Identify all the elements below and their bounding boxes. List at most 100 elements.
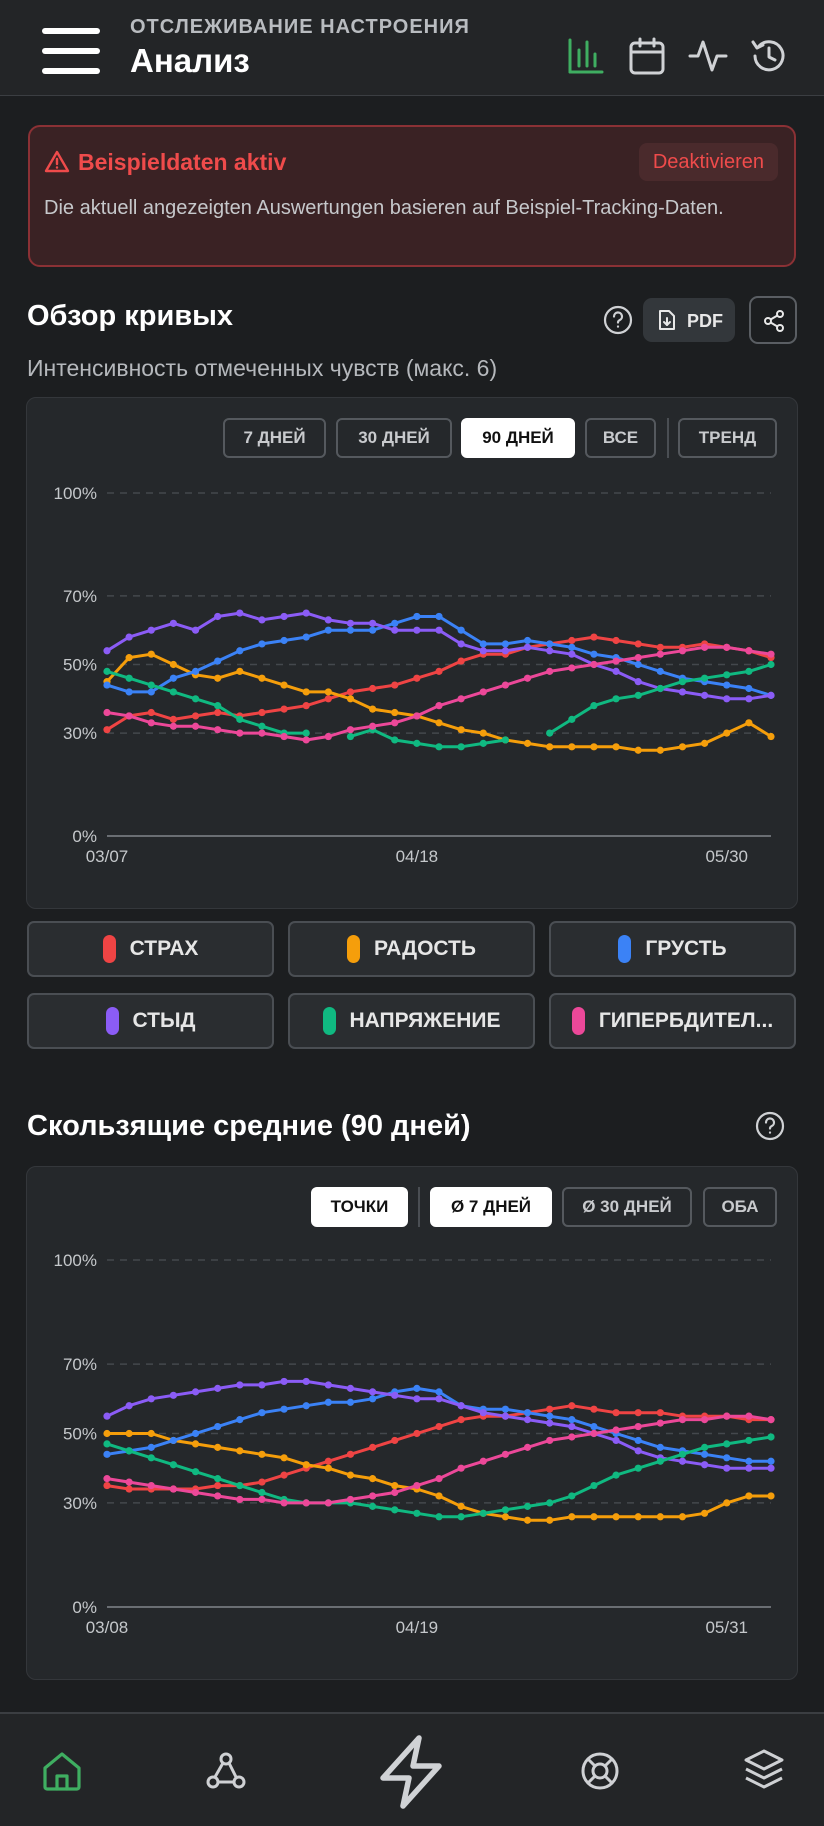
data-point [324,626,332,634]
data-point [413,1429,421,1438]
legend-label: НАПРЯЖЕНИЕ [349,1009,501,1032]
data-point [391,736,399,744]
data-point [103,1429,111,1438]
help-icon[interactable] [603,305,633,335]
webhook-icon[interactable] [204,1749,248,1793]
x-tick-label: 03/07 [86,847,129,866]
data-point [656,1443,664,1451]
data-point [745,719,753,727]
legend-label: РАДОСТЬ [374,937,476,960]
data-point [435,743,443,751]
data-point [258,1450,266,1458]
data-point [280,612,288,621]
data-point [634,654,642,662]
activity-icon[interactable] [688,36,728,76]
data-point [258,616,266,624]
data-point [214,708,222,717]
data-point [745,1457,753,1465]
data-point [302,609,310,617]
data-point [346,732,355,741]
banner-title: Beispieldaten aktiv [78,149,287,175]
data-point [147,1395,155,1403]
data-point [678,688,687,696]
data-point [656,667,664,675]
data-point [169,1391,177,1399]
data-point [435,626,443,634]
data-point [435,1395,443,1403]
data-point [767,1464,775,1472]
legend-color-dot [102,935,116,963]
data-point [767,1433,775,1441]
legend-item[interactable]: НАПРЯЖЕНИЕ [288,993,535,1049]
curves-subtitle: Интенсивность отмеченных чувств (макс. 6… [27,355,498,381]
data-point [236,1381,244,1389]
data-point [147,719,155,727]
data-point [590,1422,598,1431]
data-point [546,1419,554,1427]
data-point [678,647,687,655]
curves-chart: 100% 70% 50% 30% 0%03/07 04/18 05/30 [54,484,775,866]
data-point [745,1436,753,1445]
data-point [678,1457,687,1465]
data-point [147,1481,155,1490]
data-point [723,729,731,737]
data-point [258,674,266,682]
data-point [302,1461,310,1469]
data-point [391,619,399,627]
share-icon [764,310,784,332]
data-point [590,660,598,669]
data-point [103,1440,111,1448]
y-tick-label: 100% [54,484,97,503]
data-point [678,1513,687,1521]
data-point [302,1402,310,1410]
data-point [413,612,421,621]
help-icon[interactable] [755,1111,785,1141]
pdf-export-button[interactable]: PDF [643,298,735,342]
data-point [413,1481,421,1490]
legend-item[interactable]: РАДОСТЬ [288,921,535,977]
home-icon[interactable] [40,1749,84,1793]
deactivate-button[interactable]: Deaktivieren [638,143,778,181]
layers-icon[interactable] [742,1747,786,1793]
legend-item[interactable]: ГРУСТЬ [549,921,796,977]
legend-item[interactable]: СТРАХ [27,921,274,977]
data-point [391,626,399,634]
data-point [656,1419,664,1427]
legend-label: ГИПЕРБДИТЕЛ... [598,1009,774,1032]
legend-item[interactable]: СТЫД [27,993,274,1049]
data-point [369,626,377,634]
data-point [280,636,288,645]
lifebuoy-icon[interactable] [578,1749,622,1793]
data-point [701,1461,709,1469]
legend-item[interactable]: ГИПЕРБДИТЕЛ... [549,993,796,1049]
data-point [369,1443,377,1451]
data-point [214,1422,222,1431]
lightning-icon[interactable] [375,1734,447,1810]
data-point [723,671,731,679]
data-point [501,1506,509,1514]
data-point [501,681,509,689]
data-point [324,1381,332,1389]
data-point [435,1388,443,1396]
share-button[interactable] [749,296,797,344]
data-point [701,691,709,699]
data-point [258,1409,266,1417]
bar-chart-icon[interactable] [566,36,606,76]
data-point [634,640,642,648]
data-point [191,1488,200,1497]
data-point [723,681,731,689]
data-point [634,746,642,754]
data-point [191,1429,200,1438]
data-point [280,732,288,741]
data-point [701,1443,709,1451]
data-point [523,674,532,682]
data-point [546,1436,554,1445]
data-point [191,667,200,675]
calendar-icon[interactable] [627,36,667,76]
data-point [501,1513,509,1521]
data-point [346,1384,355,1392]
data-point [147,626,155,634]
history-icon[interactable] [749,36,789,76]
menu-icon[interactable] [42,28,100,74]
data-point [236,1416,244,1424]
